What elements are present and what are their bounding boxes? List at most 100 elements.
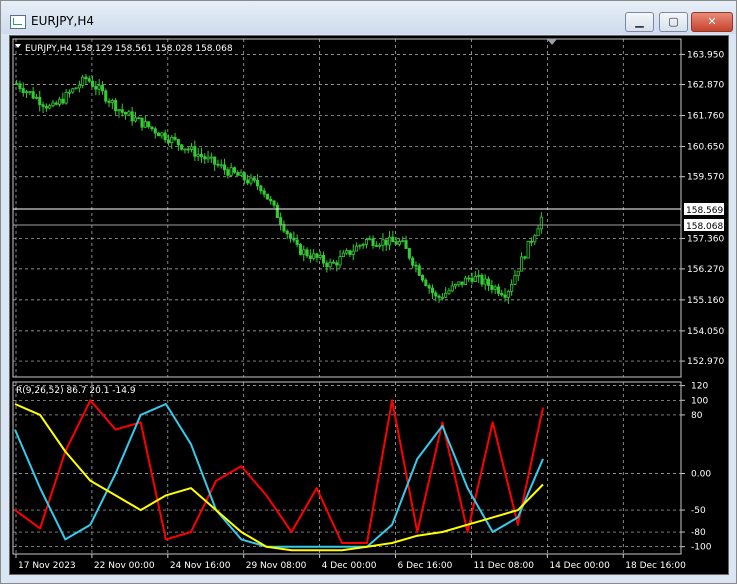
candle-body xyxy=(77,84,81,89)
candle-body xyxy=(381,239,385,246)
candle-body xyxy=(150,126,154,130)
candle-body xyxy=(302,249,306,255)
candle-body xyxy=(295,239,299,245)
candle-body xyxy=(473,275,477,282)
bid-price-label: 158.569 xyxy=(686,206,723,216)
indicator-level-label: 100 xyxy=(691,396,708,406)
candle-body xyxy=(417,265,421,276)
candle-body xyxy=(368,238,372,241)
time-label: 18 Dec 16:00 xyxy=(625,561,686,571)
candle-body xyxy=(529,240,533,243)
candle-body xyxy=(71,88,75,93)
candle-body xyxy=(206,156,210,160)
candle-body xyxy=(44,105,48,109)
candle-body xyxy=(265,193,269,200)
candle-body xyxy=(229,167,233,176)
candle-body xyxy=(127,111,131,115)
price-label: 155.160 xyxy=(687,296,724,306)
candle-body xyxy=(21,88,25,93)
price-label: 152.970 xyxy=(687,357,724,367)
price-label: 156.270 xyxy=(687,265,724,275)
candle-body xyxy=(160,132,164,137)
candle-body xyxy=(354,245,359,252)
candles xyxy=(15,74,543,305)
time-label: 6 Dec 16:00 xyxy=(398,561,453,571)
candle-body xyxy=(351,250,355,255)
indicator-level-label: 0.00 xyxy=(691,469,711,479)
candle-body xyxy=(463,277,467,285)
candle-body xyxy=(147,121,151,128)
time-axis: 17 Nov 2023 22 Nov 00:00 24 Nov 16:00 29 No… xyxy=(15,554,686,571)
indicator-level-label: -100 xyxy=(691,543,712,553)
candle-body xyxy=(506,290,510,298)
candle-body xyxy=(394,241,398,245)
candle-body xyxy=(486,278,491,286)
time-label: 29 Nov 08:00 xyxy=(246,561,307,571)
candle-body xyxy=(318,254,322,258)
candle-body xyxy=(41,104,45,107)
candle-body xyxy=(24,91,29,94)
candle-body xyxy=(361,243,365,246)
maximize-button[interactable]: ▢ xyxy=(659,12,688,32)
candle-body xyxy=(61,98,65,104)
candle-body xyxy=(259,185,263,192)
price-grid xyxy=(13,39,681,377)
candle-body xyxy=(437,295,441,298)
candle-body xyxy=(407,248,411,259)
shift-marker-icon[interactable] xyxy=(547,39,557,45)
price-label: 157.360 xyxy=(687,234,724,244)
candle-body xyxy=(411,257,415,266)
price-panel: EURJPY,H4 158.129 158.561 158.028 158.06… xyxy=(12,38,724,378)
last-price-label: 158.068 xyxy=(686,222,723,232)
candle-body xyxy=(180,144,184,150)
candle-body xyxy=(163,132,167,141)
candle-body xyxy=(239,172,243,176)
candle-body xyxy=(480,274,484,285)
candle-body xyxy=(94,85,98,90)
candle-body xyxy=(378,244,382,247)
candle-body xyxy=(384,239,388,246)
time-label: 11 Dec 08:00 xyxy=(473,561,534,571)
candle-body xyxy=(285,230,289,235)
candle-body xyxy=(222,164,227,171)
candle-body xyxy=(173,136,177,140)
indicator-level-label: 80 xyxy=(691,411,703,421)
candle-body xyxy=(133,117,138,122)
candle-body xyxy=(364,239,368,245)
candle-body xyxy=(38,96,42,106)
candle-body xyxy=(523,256,527,259)
candle-body xyxy=(358,244,362,247)
candle-body xyxy=(31,91,35,99)
indicator-line-red xyxy=(14,399,544,544)
candle-body xyxy=(447,290,451,294)
candle-body xyxy=(74,87,78,90)
candle-body xyxy=(28,91,32,94)
price-header: EURJPY,H4 158.129 158.561 158.028 158.06… xyxy=(25,44,233,54)
candle-body xyxy=(444,292,448,298)
minimize-button[interactable]: ▁ xyxy=(625,12,654,32)
candle-body xyxy=(430,287,434,294)
chart-area[interactable]: EURJPY,H4 158.129 158.561 158.028 158.06… xyxy=(9,35,729,575)
candle-body xyxy=(496,286,500,294)
indicator-axis: 120 100 80 0.00 -50 -80 -100 xyxy=(681,382,712,553)
indicator-panel-frame xyxy=(12,381,682,555)
candle-body xyxy=(137,117,141,120)
candle-body xyxy=(401,240,405,243)
candle-body xyxy=(450,285,454,292)
candle-body xyxy=(252,177,256,181)
close-button[interactable]: ✕ xyxy=(691,12,733,32)
candle-body xyxy=(335,262,339,266)
chart-canvas[interactable]: EURJPY,H4 158.129 158.561 158.028 158.06… xyxy=(10,36,728,574)
candle-body xyxy=(467,277,471,280)
candle-body xyxy=(117,109,121,112)
candle-body xyxy=(328,261,332,268)
candle-body xyxy=(246,179,250,184)
candle-body xyxy=(345,250,349,254)
indicator-grid xyxy=(13,382,681,554)
candle-body xyxy=(64,91,68,104)
candle-body xyxy=(331,261,335,264)
candle-body xyxy=(114,100,118,112)
title-bar[interactable]: EURJPY,H4 ▁ ▢ ✕ xyxy=(1,1,736,34)
price-label: 160.650 xyxy=(687,143,724,153)
candle-body xyxy=(424,279,428,287)
